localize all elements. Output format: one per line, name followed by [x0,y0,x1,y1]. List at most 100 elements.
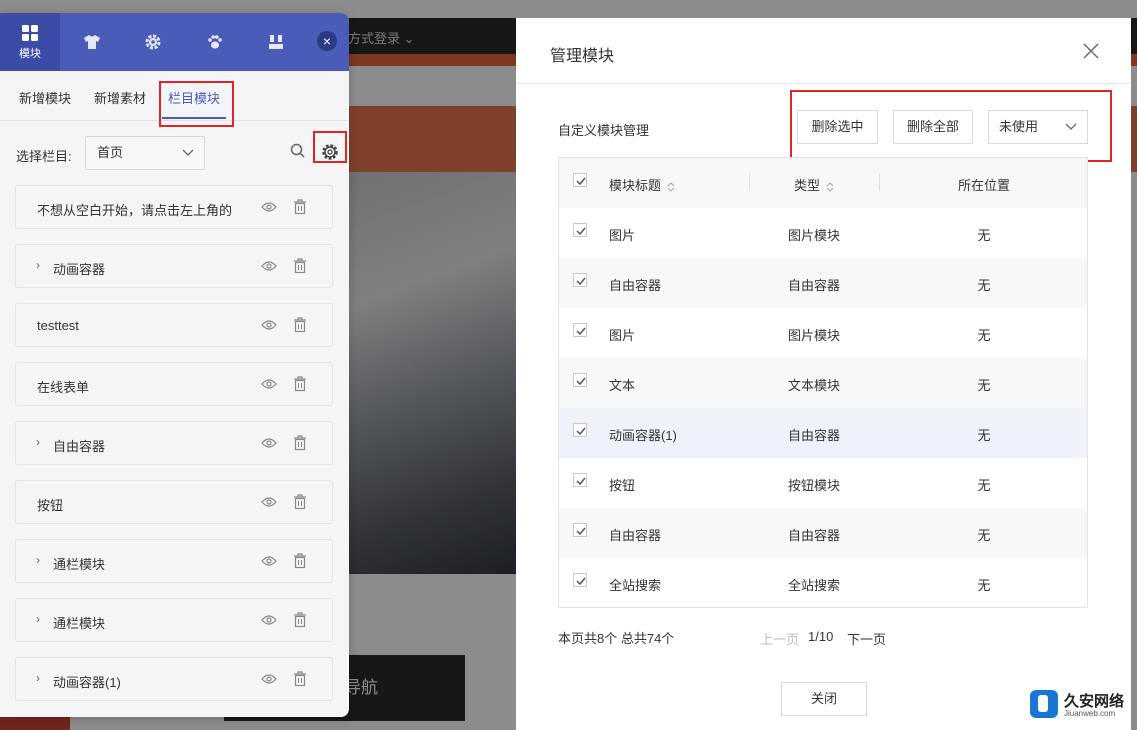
tab-settings[interactable] [123,13,183,71]
row-checkbox[interactable] [573,423,587,437]
chevron-right-icon[interactable]: › [36,258,40,272]
table-row[interactable]: 全站搜索 全站搜索 无 [559,558,1087,608]
chevron-right-icon[interactable]: › [36,671,40,685]
trash-icon[interactable] [293,435,307,454]
tab-style[interactable] [62,13,122,71]
eye-icon[interactable] [261,200,277,217]
list-item[interactable]: testtest [15,303,333,347]
table-row[interactable]: 按钮 按钮模块 无 [559,458,1087,508]
table-row[interactable]: 自由容器 自由容器 无 [559,508,1087,558]
list-item[interactable]: › 动画容器 [15,244,333,288]
column-header-title[interactable]: 模块标题 [609,175,675,194]
watermark-subtext: Jiuanweb.com [1064,709,1116,718]
page-number: 1/10 [808,629,834,644]
close-icon[interactable] [1082,42,1102,62]
chevron-right-icon[interactable]: › [36,435,40,449]
select-all-checkbox[interactable] [573,173,587,187]
trash-icon[interactable] [293,671,307,690]
search-icon[interactable] [290,143,306,162]
sort-icon[interactable] [826,181,834,193]
chevron-right-icon[interactable]: › [36,553,40,567]
prev-page-link[interactable]: 上一页 [760,629,799,648]
active-subtab-indicator [162,117,226,119]
trash-icon[interactable] [293,612,307,631]
close-button[interactable]: 关闭 [781,682,867,716]
trash-icon[interactable] [293,317,307,336]
table-row[interactable]: 图片 图片模块 无 [559,308,1087,358]
usage-filter-select[interactable]: 未使用 [988,110,1088,144]
cell-location: 无 [977,278,991,293]
list-item-label: 通栏模块 [53,557,106,572]
trash-icon[interactable] [293,376,307,395]
row-checkbox[interactable] [573,323,587,337]
subtab-add-material[interactable]: 新增素材 [94,88,146,107]
list-item-label: testtest [37,318,79,333]
row-checkbox[interactable] [573,523,587,537]
column-header-type[interactable]: 类型 [749,175,879,194]
cell-title: 按钮 [609,478,636,493]
module-side-panel: 模块 × 新增模块 新增素材 栏目模块 选择栏目: 首页 不想从空白开始，请点击… [0,13,349,717]
panel-tabbar: 模块 × [0,13,349,71]
panel-close-button[interactable]: × [317,31,337,51]
subtab-column-modules[interactable]: 栏目模块 [168,88,220,107]
row-checkbox[interactable] [573,223,587,237]
watermark: 久安网络 Jiuanweb.com [1030,690,1130,722]
panel-subtabs: 新增模块 新增素材 栏目模块 [0,71,349,121]
table-row[interactable]: 自由容器 自由容器 无 [559,258,1087,308]
table-row[interactable]: 图片 图片模块 无 [559,208,1087,258]
tab-pet[interactable] [185,13,245,71]
tab-modules[interactable]: 模块 [0,13,60,71]
cell-title: 图片 [609,328,636,343]
eye-icon[interactable] [261,672,277,689]
list-item[interactable]: › 动画容器(1) [15,657,333,701]
column-header-location: 所在位置 [957,178,1010,193]
row-checkbox[interactable] [573,573,587,587]
row-checkbox[interactable] [573,273,587,287]
eye-icon[interactable] [261,495,277,512]
column-select[interactable]: 首页 [85,136,205,170]
chevron-right-icon[interactable]: › [36,612,40,626]
trash-icon[interactable] [293,199,307,218]
delete-selected-button[interactable]: 删除选中 [797,110,878,144]
modules-grid-icon [22,24,38,41]
layout-icon [269,35,283,49]
sort-icon[interactable] [667,181,675,193]
tab-modules-label: 模块 [19,47,41,60]
modules-table: 模块标题 类型 所在位置 图片 图片模块 无 自由容器 自由容器 无 图片 图片… [558,157,1088,608]
row-checkbox[interactable] [573,473,587,487]
cell-type: 自由容器 [787,528,840,543]
subtab-add-module[interactable]: 新增模块 [19,88,71,107]
cell-location: 无 [977,478,991,493]
eye-icon[interactable] [261,259,277,276]
eye-icon[interactable] [261,613,277,630]
shirt-icon [84,35,100,49]
delete-all-button[interactable]: 删除全部 [893,110,973,144]
column-select-label: 选择栏目: [16,149,72,164]
table-row[interactable]: 动画容器(1) 自由容器 无 [559,408,1087,458]
eye-icon[interactable] [261,318,277,335]
cell-location: 无 [977,428,991,443]
table-row[interactable]: 文本 文本模块 无 [559,358,1087,408]
cell-type: 自由容器 [787,428,840,443]
column-select-row: 选择栏目: 首页 [0,131,349,175]
trash-icon[interactable] [293,258,307,277]
list-item[interactable]: › 通栏模块 [15,598,333,642]
row-checkbox[interactable] [573,373,587,387]
list-item[interactable]: 不想从空白开始，请点击左上角的 [15,185,333,229]
manage-modules-dialog: 管理模块 自定义模块管理 删除选中 删除全部 未使用 模块标题 类型 所在位置 … [516,18,1131,730]
watermark-text: 久安网络 [1064,693,1125,710]
list-item[interactable]: › 自由容器 [15,421,333,465]
eye-icon[interactable] [261,377,277,394]
tab-layout[interactable] [246,13,306,71]
module-settings-gear-icon[interactable] [320,142,340,165]
trash-icon[interactable] [293,494,307,513]
trash-icon[interactable] [293,553,307,572]
list-item-label: 通栏模块 [53,616,106,631]
list-item[interactable]: 按钮 [15,480,333,524]
list-item[interactable]: › 通栏模块 [15,539,333,583]
eye-icon[interactable] [261,436,277,453]
eye-icon[interactable] [261,554,277,571]
list-item[interactable]: 在线表单 [15,362,333,406]
table-header: 模块标题 类型 所在位置 [559,158,1087,208]
next-page-link[interactable]: 下一页 [847,629,886,648]
